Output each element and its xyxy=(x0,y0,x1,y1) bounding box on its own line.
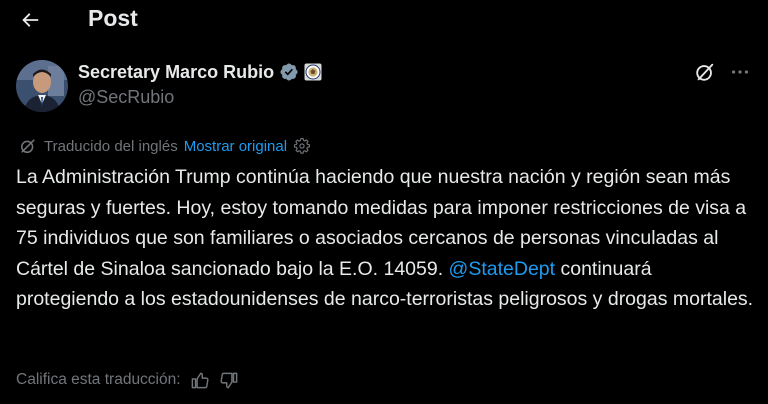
more-options-button[interactable] xyxy=(728,60,752,84)
translated-label: Traducido del inglés xyxy=(44,137,178,155)
state-department-seal-icon[interactable] xyxy=(304,63,322,81)
mention-link[interactable]: @StateDept xyxy=(449,258,556,280)
thumbs-down-button[interactable] xyxy=(219,369,241,391)
author-name-row: Secretary Marco Rubio xyxy=(78,60,322,84)
thumbs-up-button[interactable] xyxy=(189,369,211,391)
rate-translation-label: Califica esta traducción: xyxy=(16,371,181,388)
page-title: Post xyxy=(88,5,138,31)
grok-icon xyxy=(696,63,714,81)
author-handle[interactable]: @SecRubio xyxy=(78,87,174,108)
arrow-left-icon xyxy=(22,13,39,27)
translate-icon xyxy=(21,139,35,153)
settings-gear-icon[interactable] xyxy=(293,137,311,155)
thumbs-up-icon xyxy=(191,372,209,388)
verified-badge-icon[interactable] xyxy=(279,62,299,82)
post-page: Post Secretary Marco Rubio @SecRubio Tra… xyxy=(0,0,768,404)
back-button[interactable] xyxy=(14,4,46,36)
post-text: La Administración Trump continúa haciend… xyxy=(16,162,756,315)
avatar[interactable] xyxy=(16,60,68,112)
grok-button[interactable] xyxy=(693,60,717,84)
show-original-link[interactable]: Mostrar original xyxy=(184,138,287,155)
more-icon xyxy=(731,70,749,74)
author-name[interactable]: Secretary Marco Rubio xyxy=(78,62,274,83)
rate-translation-row: Califica esta traducción: xyxy=(16,369,241,391)
thumbs-down-icon xyxy=(220,372,238,388)
translation-row: Traducido del inglés Mostrar original xyxy=(18,135,311,157)
header: Post xyxy=(0,0,768,40)
